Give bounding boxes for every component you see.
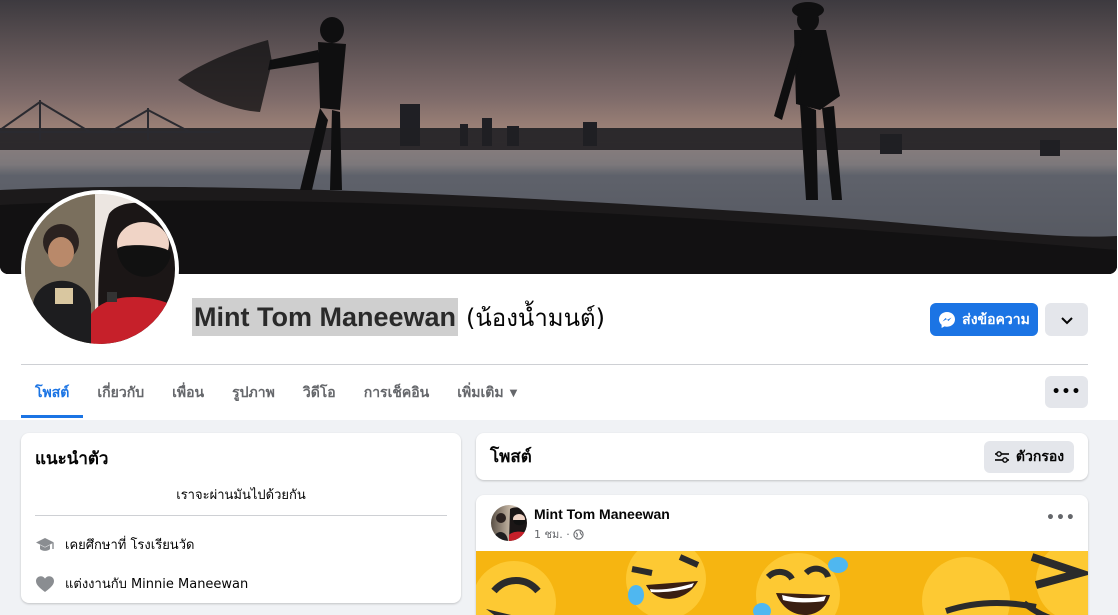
filter-button[interactable]: ตัวกรอง (984, 440, 1074, 473)
intro-education-text: เคยศึกษาที่ โรงเรียนวัด (65, 538, 195, 553)
more-options-button[interactable]: ••• (1045, 376, 1088, 408)
post-author-name[interactable]: Mint Tom Maneewan (534, 506, 670, 522)
profile-dropdown-button[interactable] (1045, 303, 1088, 336)
caret-down-icon: ▼ (509, 387, 518, 399)
graduation-cap-icon (35, 536, 55, 554)
post-meta: 1 ชม. · (534, 525, 584, 543)
intro-relationship-text: แต่งงานกับ Minnie Maneewan (65, 577, 249, 592)
tab-label: โพสต์ (35, 385, 70, 401)
post-card: Mint Tom Maneewan 1 ชม. · ••• (476, 495, 1088, 615)
intro-education-row: เคยศึกษาที่ โรงเรียนวัด (35, 534, 447, 555)
profile-tabs: โพสต์ เกี่ยวกับ เพื่อน รูปภาพ วิดีโอ การ… (21, 368, 531, 418)
tab-label: เกี่ยวกับ (97, 385, 145, 401)
intro-relationship-row: แต่งงานกับ Minnie Maneewan (35, 573, 447, 594)
chevron-down-icon (1060, 310, 1073, 329)
posts-header-card: โพสต์ ตัวกรอง (476, 433, 1088, 480)
profile-nickname: (น้องน้ำมนต์) (466, 304, 605, 332)
profile-avatar[interactable] (21, 190, 179, 348)
tab-label: รูปภาพ (232, 385, 275, 401)
tab-label: เพิ่มเติม (457, 385, 504, 401)
tab-label: วิดีโอ (302, 385, 336, 401)
tab-more[interactable]: เพิ่มเติม ▼ (443, 368, 531, 418)
filter-sliders-icon (994, 450, 1010, 463)
posts-title: โพสต์ (490, 447, 532, 467)
profile-avatar-photo (25, 194, 175, 344)
tab-label: เพื่อน (172, 385, 205, 401)
header-divider (21, 364, 1088, 365)
laughing-emoji-pattern (476, 551, 1088, 615)
intro-title: แนะนำตัว (35, 449, 109, 469)
messenger-icon (938, 311, 956, 329)
post-author-avatar[interactable] (491, 505, 527, 541)
filter-label: ตัวกรอง (1015, 448, 1065, 465)
globe-icon (573, 528, 584, 540)
tab-photos[interactable]: รูปภาพ (218, 368, 289, 418)
send-message-button[interactable]: ส่งข้อความ (930, 303, 1038, 336)
tab-posts[interactable]: โพสต์ (21, 368, 84, 418)
profile-name-block: Mint Tom Maneewan (น้องน้ำมนต์) (192, 298, 605, 336)
heart-icon (35, 575, 55, 593)
post-options-button[interactable]: ••• (1046, 510, 1076, 526)
profile-name: Mint Tom Maneewan (192, 298, 459, 336)
intro-card: แนะนำตัว เราจะผ่านมันไปด้วยกัน เคยศึกษาท… (21, 433, 461, 603)
tab-friends[interactable]: เพื่อน (158, 368, 218, 418)
tab-videos[interactable]: วิดีโอ (289, 368, 350, 418)
intro-bio: เราจะผ่านมันไปด้วยกัน (35, 484, 447, 516)
more-horizontal-icon: ••• (1051, 384, 1082, 400)
send-message-label: ส่งข้อความ (962, 311, 1030, 328)
tab-label: การเช็คอิน (363, 385, 430, 401)
tab-checkins[interactable]: การเช็คอิน (350, 368, 444, 418)
post-time[interactable]: 1 ชม. · (534, 525, 570, 543)
profile-header: Mint Tom Maneewan (น้องน้ำมนต์) ส่งข้อคว… (0, 0, 1118, 420)
post-image[interactable] (476, 551, 1088, 615)
tab-about[interactable]: เกี่ยวกับ (83, 368, 158, 418)
